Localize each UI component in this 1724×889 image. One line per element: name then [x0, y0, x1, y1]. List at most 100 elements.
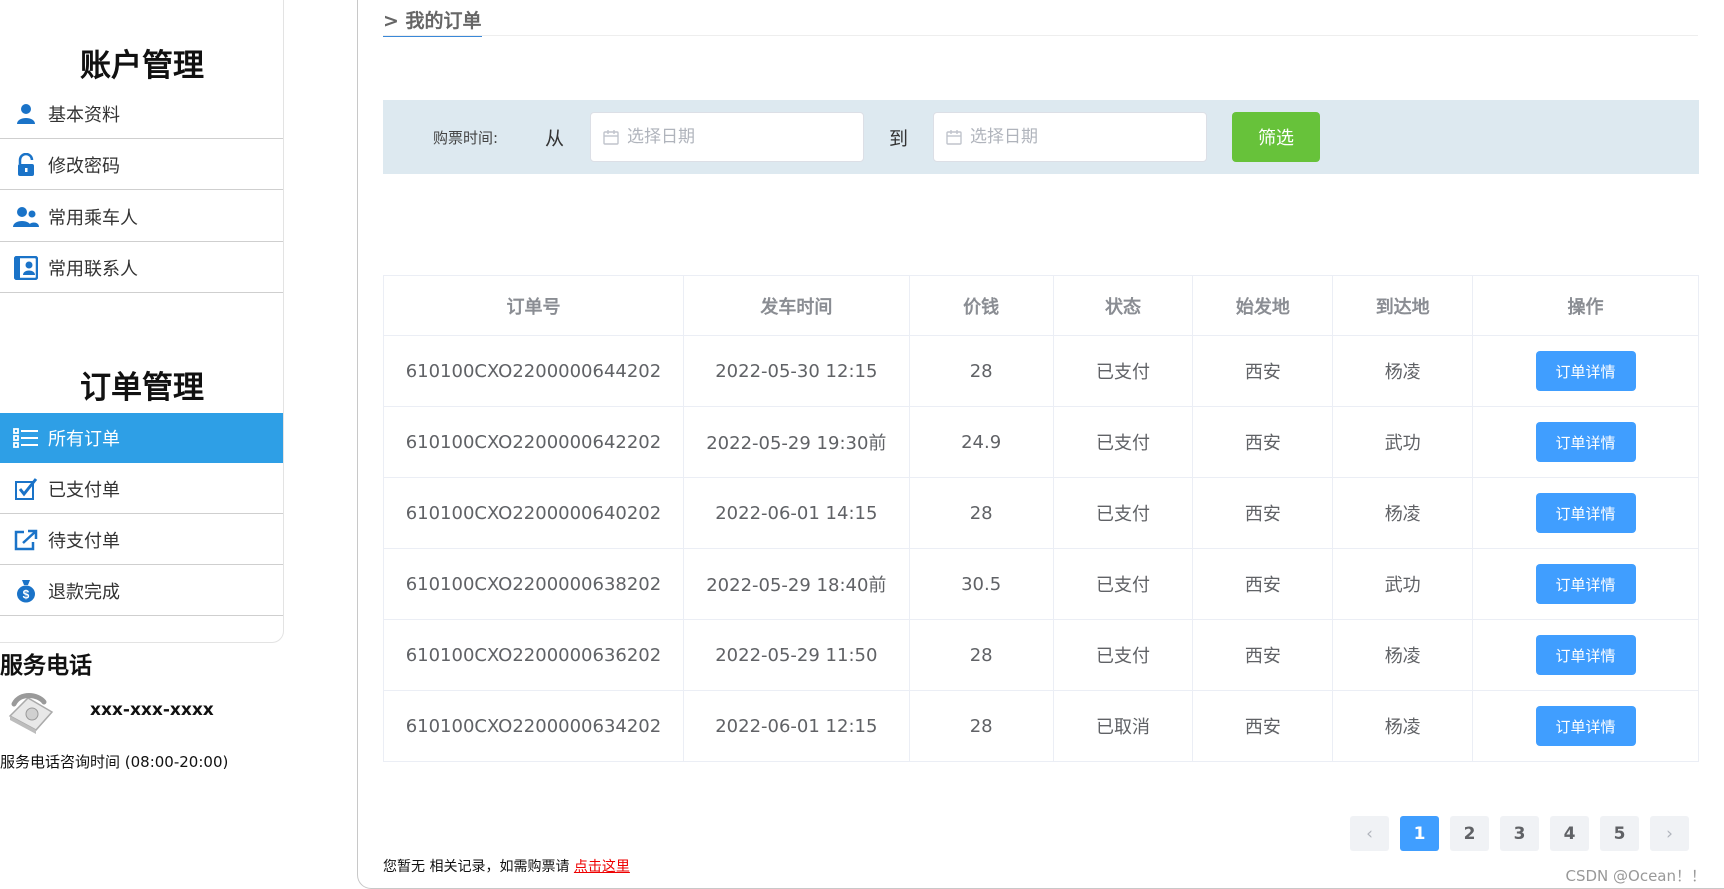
money-bag-icon: $ [10, 579, 42, 603]
service-hours: 服务电话咨询时间 (08:00-20:00) [0, 753, 229, 771]
page-button-2[interactable]: 2 [1450, 816, 1489, 851]
destination-cell: 杨凌 [1332, 477, 1474, 549]
notice-text: 您暂无 相关记录，如需购票请 [383, 859, 574, 875]
service-title: 服务电话 [0, 653, 92, 679]
start-date-input[interactable] [627, 127, 847, 147]
status-cell: 已支付 [1052, 619, 1194, 691]
destination-cell: 武功 [1332, 406, 1474, 478]
order-detail-button[interactable]: 订单详情 [1535, 635, 1636, 675]
order-detail-button[interactable]: 订单详情 [1535, 351, 1636, 391]
table-row: 610100CXO2200000634202 2022-06-01 12:15 … [383, 690, 1699, 762]
price-cell: 30.5 [908, 548, 1054, 620]
sidebar-item-label: 修改密码 [48, 155, 120, 177]
table-header-row: 订单号 发车时间 价钱 状态 始发地 到达地 操作 [383, 275, 1699, 336]
sidebar-item-label: 基本资料 [48, 104, 120, 126]
origin-cell: 西安 [1192, 548, 1334, 620]
order-detail-button[interactable]: 订单详情 [1535, 422, 1636, 462]
destination-cell: 杨凌 [1332, 619, 1474, 691]
order-detail-button[interactable]: 订单详情 [1535, 493, 1636, 533]
table-row: 610100CXO2200000638202 2022-05-29 18:40前… [383, 548, 1699, 620]
price-cell: 24.9 [908, 406, 1054, 478]
destination-cell: 杨凌 [1332, 335, 1474, 407]
status-cell: 已支付 [1052, 335, 1194, 407]
column-header-status: 状态 [1052, 275, 1194, 336]
order-no-cell: 610100CXO2200000640202 [383, 477, 684, 549]
departure-time-cell: 2022-06-01 12:15 [682, 690, 910, 762]
status-cell: 已支付 [1052, 548, 1194, 620]
table-row: 610100CXO2200000642202 2022-05-29 19:30前… [383, 406, 1699, 478]
sidebar-item-label: 待支付单 [48, 530, 120, 552]
status-cell: 已支付 [1052, 477, 1194, 549]
destination-cell: 杨凌 [1332, 690, 1474, 762]
user-icon [10, 103, 42, 125]
table-row: 610100CXO2200000636202 2022-05-29 11:50 … [383, 619, 1699, 691]
lock-icon [10, 152, 42, 177]
order-no-cell: 610100CXO2200000636202 [383, 619, 684, 691]
telephone-icon [6, 690, 56, 738]
checked-icon [10, 477, 42, 501]
sidebar-item-all-orders[interactable]: 所有订单 [0, 413, 283, 463]
orders-table: 订单号 发车时间 价钱 状态 始发地 到达地 操作 610100CXO22000… [383, 275, 1699, 762]
sidebar-item-label: 常用乘车人 [48, 207, 138, 229]
departure-time-cell: 2022-06-01 14:15 [682, 477, 910, 549]
divider [383, 35, 1698, 36]
sidebar: 账户管理 基本资料 修改密码 常用乘车人 常用联系人 订单管理 所有订单 已支付… [0, 0, 284, 643]
filter-button[interactable]: 筛选 [1232, 112, 1320, 162]
from-label: 从 [545, 128, 565, 150]
column-header-price: 价钱 [908, 275, 1054, 336]
next-page-button[interactable]: › [1650, 816, 1689, 851]
column-header-destination: 到达地 [1332, 275, 1474, 336]
sidebar-item-contacts[interactable]: 常用联系人 [0, 243, 283, 293]
order-detail-button[interactable]: 订单详情 [1535, 564, 1636, 604]
sidebar-item-paid-orders[interactable]: 已支付单 [0, 464, 283, 514]
order-no-cell: 610100CXO2200000642202 [383, 406, 684, 478]
end-date-picker[interactable] [933, 112, 1207, 162]
sidebar-item-label: 退款完成 [48, 581, 120, 603]
origin-cell: 西安 [1192, 335, 1334, 407]
departure-time-cell: 2022-05-30 12:15 [682, 335, 910, 407]
account-section-title: 账户管理 [80, 48, 204, 84]
page-button-4[interactable]: 4 [1550, 816, 1589, 851]
status-cell: 已取消 [1052, 690, 1194, 762]
sidebar-item-refund-completed[interactable]: $ 退款完成 [0, 566, 283, 616]
sidebar-item-label: 所有订单 [48, 428, 120, 450]
calendar-icon [946, 129, 962, 145]
table-row: 610100CXO2200000640202 2022-06-01 14:15 … [383, 477, 1699, 549]
no-record-notice: 您暂无 相关记录，如需购票请 点击这里 [383, 856, 630, 876]
breadcrumb: > 我的订单 [383, 6, 482, 37]
end-date-input[interactable] [970, 127, 1190, 147]
column-header-departure-time: 发车时间 [682, 275, 910, 336]
action-cell: 订单详情 [1472, 548, 1699, 620]
price-cell: 28 [908, 335, 1054, 407]
filter-bar: 购票时间: 从 到 筛选 [383, 100, 1699, 174]
origin-cell: 西安 [1192, 406, 1334, 478]
watermark: CSDN @Ocean！！ [1565, 867, 1706, 885]
origin-cell: 西安 [1192, 690, 1334, 762]
start-date-picker[interactable] [590, 112, 864, 162]
svg-text:$: $ [23, 587, 30, 601]
click-here-link[interactable]: 点击这里 [574, 859, 630, 875]
departure-time-cell: 2022-05-29 19:30前 [682, 406, 910, 478]
table-row: 610100CXO2200000644202 2022-05-30 12:15 … [383, 335, 1699, 407]
price-cell: 28 [908, 690, 1054, 762]
page-button-1[interactable]: 1 [1400, 816, 1439, 851]
users-icon [10, 206, 42, 228]
sidebar-item-passengers[interactable]: 常用乘车人 [0, 192, 283, 242]
prev-page-button[interactable]: ‹ [1350, 816, 1389, 851]
column-header-action: 操作 [1472, 275, 1699, 336]
sidebar-item-label: 常用联系人 [48, 258, 138, 280]
column-header-origin: 始发地 [1192, 275, 1334, 336]
sidebar-item-change-password[interactable]: 修改密码 [0, 140, 283, 190]
order-no-cell: 610100CXO2200000638202 [383, 548, 684, 620]
destination-cell: 武功 [1332, 548, 1474, 620]
page-button-5[interactable]: 5 [1600, 816, 1639, 851]
origin-cell: 西安 [1192, 619, 1334, 691]
sidebar-item-pending-orders[interactable]: 待支付单 [0, 515, 283, 565]
page-button-3[interactable]: 3 [1500, 816, 1539, 851]
calendar-icon [603, 129, 619, 145]
action-cell: 订单详情 [1472, 406, 1699, 478]
sidebar-item-basic-info[interactable]: 基本资料 [0, 89, 283, 139]
price-cell: 28 [908, 619, 1054, 691]
action-cell: 订单详情 [1472, 477, 1699, 549]
order-detail-button[interactable]: 订单详情 [1535, 706, 1636, 746]
